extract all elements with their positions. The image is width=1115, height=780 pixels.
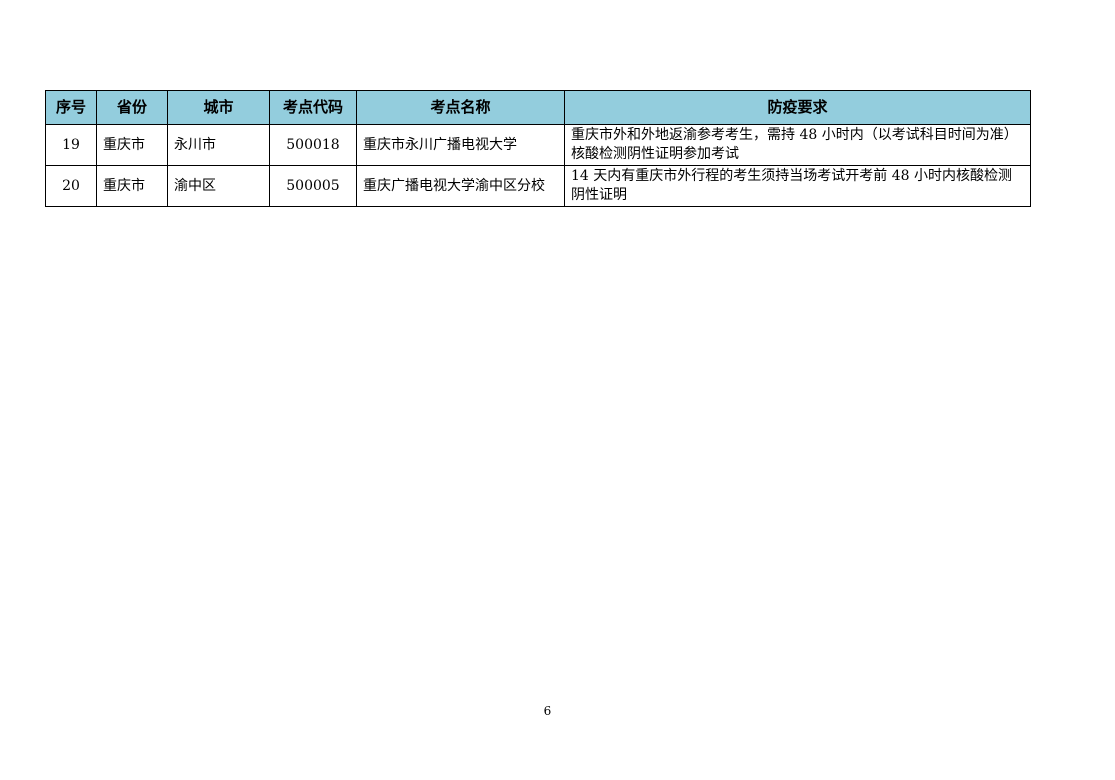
row-requirement: 14 天内有重庆市外行程的考生须持当场考试开考前 48 小时内核酸检测阴性证明 (564, 165, 1031, 207)
row-site-code: 500018 (269, 124, 357, 166)
row-site-name: 重庆广播电视大学渝中区分校 (356, 165, 565, 207)
table-header-row: 序号 省份 城市 考点代码 考点名称 防疫要求 (45, 90, 1031, 125)
table-row: 19 重庆市 永川市 500018 重庆市永川广播电视大学 重庆市外和外地返渝参… (45, 124, 1031, 166)
row-index: 20 (45, 165, 97, 207)
header-site-name: 考点名称 (356, 90, 565, 125)
header-province: 省份 (96, 90, 168, 125)
header-requirement: 防疫要求 (564, 90, 1031, 125)
row-province: 重庆市 (96, 124, 168, 166)
table-row: 20 重庆市 渝中区 500005 重庆广播电视大学渝中区分校 14 天内有重庆… (45, 165, 1031, 207)
row-index: 19 (45, 124, 97, 166)
row-site-code: 500005 (269, 165, 357, 207)
row-province: 重庆市 (96, 165, 168, 207)
row-site-name: 重庆市永川广播电视大学 (356, 124, 565, 166)
header-index: 序号 (45, 90, 97, 125)
document-page: 序号 省份 城市 考点代码 考点名称 防疫要求 19 重庆市 永川市 50001… (0, 0, 1115, 780)
row-requirement: 重庆市外和外地返渝参考考生，需持 48 小时内（以考试科目时间为准）核酸检测阴性… (564, 124, 1031, 166)
header-city: 城市 (167, 90, 270, 125)
row-city: 永川市 (167, 124, 270, 166)
page-number: 6 (543, 704, 552, 718)
header-site-code: 考点代码 (269, 90, 357, 125)
row-city: 渝中区 (167, 165, 270, 207)
exam-site-table: 序号 省份 城市 考点代码 考点名称 防疫要求 19 重庆市 永川市 50001… (45, 90, 1031, 207)
